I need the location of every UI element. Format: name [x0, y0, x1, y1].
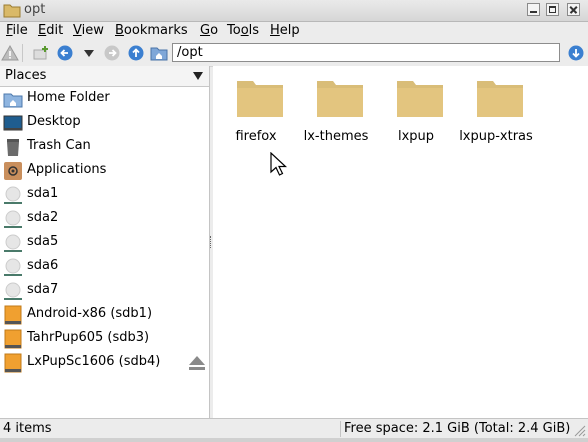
applications-icon	[4, 162, 22, 180]
history-dropdown-icon[interactable]	[80, 44, 98, 62]
toolbar-separator	[22, 44, 23, 62]
free-space: Free space: 2.1 GiB (Total: 2.4 GiB)	[344, 421, 571, 436]
warning-icon[interactable]	[1, 44, 19, 62]
drive-icon	[4, 258, 22, 276]
menu-help[interactable]: Help	[270, 23, 300, 38]
drive-icon	[4, 282, 22, 300]
home-folder-icon	[3, 93, 23, 108]
sidebar-item-applications[interactable]: Applications	[0, 159, 209, 183]
menu-file[interactable]: File	[6, 23, 28, 38]
sidebar-item-tahrpup605[interactable]: TahrPup605 (sdb3)	[0, 327, 209, 351]
file-view: firefox lx-themes lxpup lxpup-xtras	[213, 66, 588, 418]
eject-icon[interactable]	[187, 353, 207, 373]
chevron-down-icon[interactable]	[193, 72, 203, 80]
sidebar-item-home-folder[interactable]: Home Folder	[0, 87, 209, 111]
menu-view[interactable]: View	[73, 23, 104, 38]
folder-icon	[237, 81, 283, 117]
home-icon[interactable]	[150, 44, 168, 62]
file-name: lx-themes	[303, 129, 369, 144]
sidebar-item-lxpupsc1606[interactable]: LxPupSc1606 (sdb4)	[0, 351, 209, 375]
menu-bookmarks[interactable]: Bookmarks	[115, 23, 188, 38]
places-label: Places	[5, 68, 47, 83]
file-name: firefox	[235, 129, 277, 144]
usb-drive-icon	[4, 329, 22, 349]
folder-icon	[397, 81, 443, 117]
title-bar: opt	[0, 0, 588, 22]
back-icon[interactable]	[56, 44, 74, 62]
forward-icon[interactable]	[103, 44, 121, 62]
maximize-button[interactable]	[546, 3, 559, 16]
up-icon[interactable]	[127, 44, 145, 62]
sidebar-item-label: Trash Can	[27, 138, 91, 153]
folder-icon	[317, 81, 363, 117]
folder-icon	[477, 81, 523, 117]
drive-icon	[4, 234, 22, 252]
menu-tools[interactable]: Tools	[227, 23, 259, 38]
file-name: lxpup	[397, 129, 435, 144]
sidebar-item-sda7[interactable]: sda7	[0, 279, 209, 303]
go-icon[interactable]	[567, 44, 585, 62]
location-input[interactable]: /opt	[172, 43, 560, 62]
sidebar-item-label: sda1	[27, 186, 59, 201]
usb-drive-icon	[4, 305, 22, 325]
sidebar-item-label: Desktop	[27, 114, 81, 129]
status-separator	[340, 421, 341, 437]
drive-icon	[4, 210, 22, 228]
folder-icon	[3, 4, 21, 18]
trash-can-icon	[7, 139, 19, 156]
sidebar-item-label: Applications	[27, 162, 107, 177]
sidebar-item-label: Home Folder	[27, 90, 110, 105]
desktop-icon	[3, 115, 23, 131]
sidebar-item-label: sda6	[27, 258, 59, 273]
sidebar-item-trash-can[interactable]: Trash Can	[0, 135, 209, 159]
file-item[interactable]: lxpup-xtras	[456, 74, 536, 144]
window-bottom-edge	[0, 438, 588, 442]
file-item[interactable]: lx-themes	[296, 74, 376, 144]
file-item[interactable]: lxpup	[376, 74, 456, 144]
sidebar-item-label: TahrPup605 (sdb3)	[27, 330, 150, 345]
sidebar-item-sda2[interactable]: sda2	[0, 207, 209, 231]
places-header[interactable]: Places	[0, 66, 209, 87]
menu-go[interactable]: Go	[200, 23, 218, 38]
close-button[interactable]	[567, 3, 580, 16]
new-tab-icon[interactable]	[32, 44, 50, 62]
file-item[interactable]: firefox	[216, 74, 296, 144]
minimize-button[interactable]	[527, 3, 540, 16]
sidebar-item-label: sda2	[27, 210, 59, 225]
sidebar-item-label: sda5	[27, 234, 59, 249]
sidebar-item-sda6[interactable]: sda6	[0, 255, 209, 279]
menu-edit[interactable]: Edit	[38, 23, 63, 38]
file-name: lxpup-xtras	[459, 129, 533, 144]
sidebar-item-label: sda7	[27, 282, 59, 297]
sidebar-item-sda5[interactable]: sda5	[0, 231, 209, 255]
sidebar-item-label: Android-x86 (sdb1)	[27, 306, 153, 321]
resize-grip-icon[interactable]	[572, 423, 586, 437]
sidebar-item-desktop[interactable]: Desktop	[0, 111, 209, 135]
drive-icon	[4, 186, 22, 204]
window-title: opt	[24, 2, 46, 17]
mouse-cursor-icon	[270, 152, 288, 176]
places-sidebar: Places Home Folder Desktop Trash Can App…	[0, 66, 210, 418]
usb-drive-icon	[4, 353, 22, 373]
sidebar-item-sda1[interactable]: sda1	[0, 183, 209, 207]
sidebar-item-label: LxPupSc1606 (sdb4)	[27, 354, 161, 369]
sidebar-item-android-x86[interactable]: Android-x86 (sdb1)	[0, 303, 209, 327]
status-bar: 4 items Free space: 2.1 GiB (Total: 2.4 …	[0, 418, 588, 439]
item-count: 4 items	[3, 421, 52, 436]
menu-bar: File Edit View Bookmarks Go Tools Help	[0, 22, 588, 40]
